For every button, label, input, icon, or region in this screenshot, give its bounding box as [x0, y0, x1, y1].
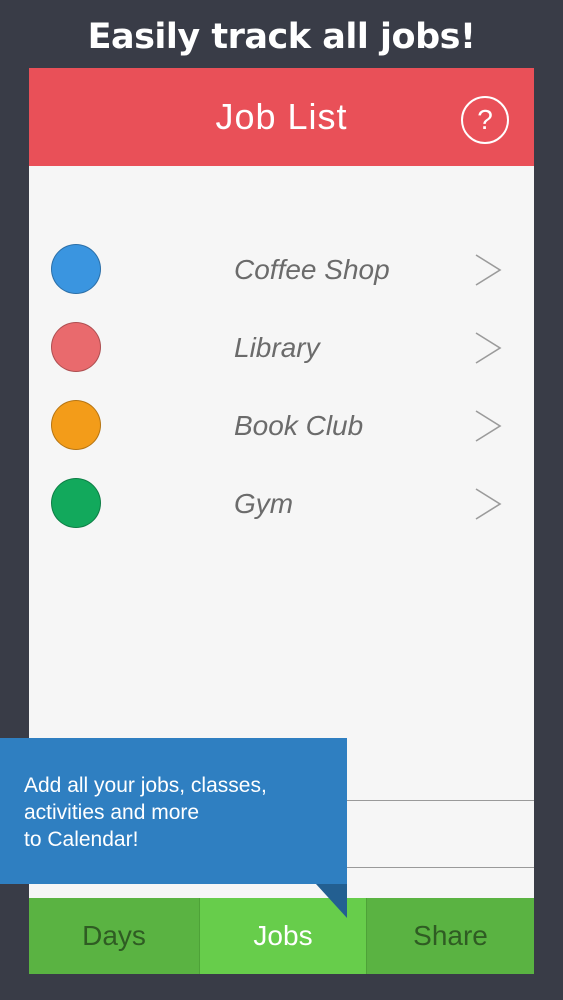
onboarding-tooltip[interactable]: Add all your jobs, classes, activities a…: [0, 738, 347, 884]
page-title: Job List: [215, 96, 348, 137]
chevron-right-icon: [475, 332, 502, 364]
job-item-library[interactable]: Library: [29, 313, 534, 383]
job-name: Book Club: [234, 410, 364, 441]
promo-headline: Easily track all jobs!: [87, 17, 476, 57]
help-icon: ?: [477, 104, 493, 135]
chevron-right-icon: [475, 410, 502, 442]
chevron-right-icon: [475, 488, 502, 520]
job-color-dot: [51, 322, 101, 372]
tooltip-text-line: Add all your jobs, classes,: [24, 774, 267, 797]
job-item-gym[interactable]: Gym: [29, 469, 534, 539]
bottom-tab-bar: Days Jobs Share: [29, 898, 534, 974]
job-color-dot: [51, 478, 101, 528]
tab-share[interactable]: Share: [367, 898, 534, 974]
job-name: Library: [234, 332, 320, 363]
job-color-dot: [51, 400, 101, 450]
tooltip-pointer: [316, 884, 347, 918]
chevron-right-icon: [475, 254, 502, 286]
job-name: Coffee Shop: [234, 254, 390, 285]
help-button[interactable]: ?: [461, 96, 509, 144]
job-name: Gym: [234, 488, 294, 519]
tooltip-text-line: to Calendar!: [24, 828, 139, 851]
job-item-book-club[interactable]: Book Club: [29, 391, 534, 461]
job-color-dot: [51, 244, 101, 294]
app-header: Job List ?: [29, 68, 534, 166]
tooltip-text-line: activities and more: [24, 801, 200, 824]
tab-days[interactable]: Days: [29, 898, 199, 974]
job-item-coffee-shop[interactable]: Coffee Shop: [29, 235, 534, 305]
